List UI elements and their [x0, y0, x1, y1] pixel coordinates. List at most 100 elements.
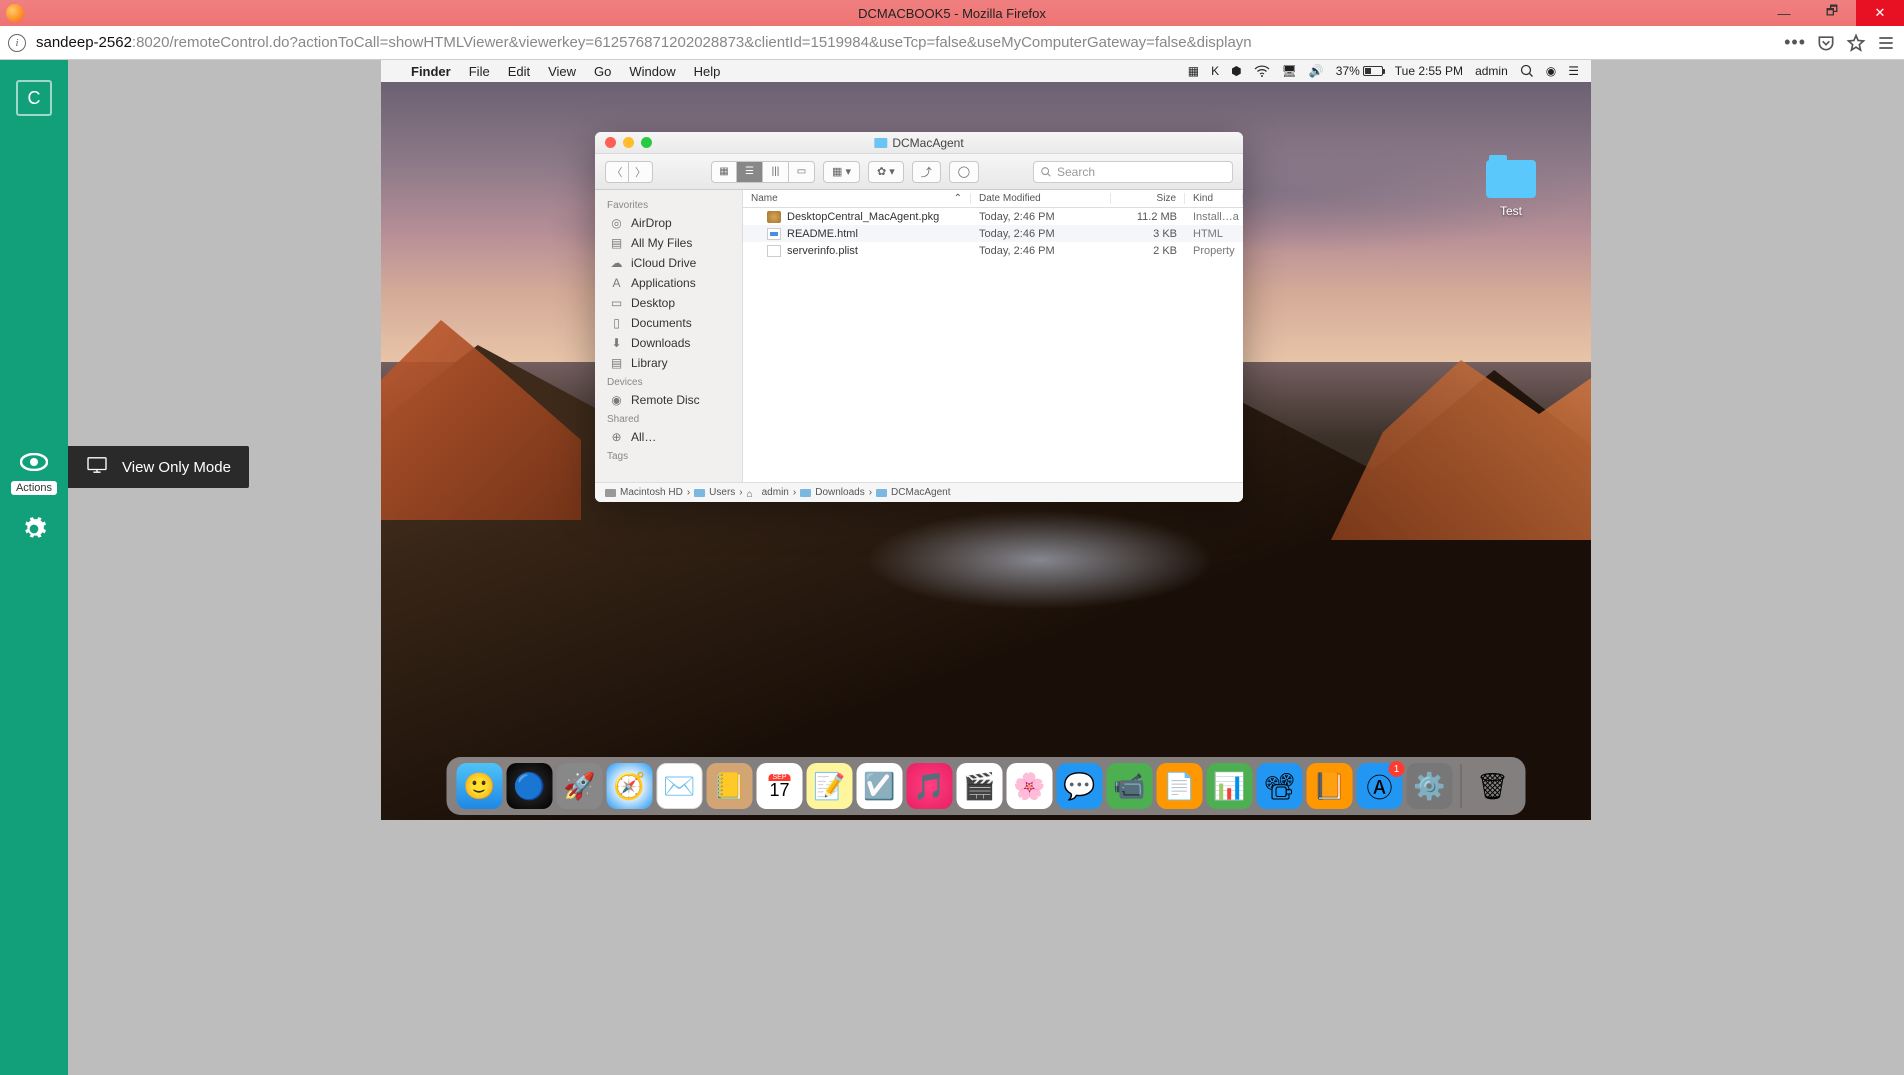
- arrange-button[interactable]: ▦ ▾: [823, 161, 860, 183]
- gallery-view-button[interactable]: ▭: [789, 161, 815, 183]
- list-view-button[interactable]: ☰: [737, 161, 763, 183]
- dock-appstore[interactable]: Ⓐ1: [1357, 763, 1403, 809]
- site-info-icon[interactable]: i: [8, 34, 26, 52]
- dock-keynote[interactable]: 📽: [1257, 763, 1303, 809]
- dock-contacts[interactable]: 📒: [707, 763, 753, 809]
- sidebar-documents[interactable]: ▯Documents: [595, 313, 742, 333]
- dock-itunes[interactable]: 🎵: [907, 763, 953, 809]
- status-icon-1[interactable]: ▦: [1188, 64, 1199, 78]
- menu-edit[interactable]: Edit: [508, 64, 530, 79]
- display-icon[interactable]: 🖥: [1282, 64, 1297, 78]
- dock-ibooks[interactable]: 📙: [1307, 763, 1353, 809]
- rc-logo[interactable]: C: [16, 80, 52, 116]
- clock[interactable]: Tue 2:55 PM: [1395, 64, 1463, 78]
- dock-photos[interactable]: 🌸: [1007, 763, 1053, 809]
- dock-calendar[interactable]: SEP17: [757, 763, 803, 809]
- window-close-icon[interactable]: [605, 137, 616, 148]
- finder-search[interactable]: Search: [1033, 161, 1233, 183]
- desktop-icon: ▭: [609, 297, 624, 310]
- mac-desktop[interactable]: Finder File Edit View Go Window Help ▦ K…: [381, 60, 1591, 820]
- sidebar-shared-all[interactable]: ⊕All…: [595, 427, 742, 447]
- user-menu[interactable]: admin: [1475, 64, 1508, 78]
- sidebar-allmyfiles[interactable]: ▤All My Files: [595, 233, 742, 253]
- window-minimize-icon[interactable]: [623, 137, 634, 148]
- dock-finder[interactable]: 🙂: [457, 763, 503, 809]
- dock-trash[interactable]: 🗑: [1470, 763, 1516, 809]
- menu-go[interactable]: Go: [594, 64, 611, 79]
- status-icon-3[interactable]: ⬢: [1231, 64, 1241, 78]
- file-row[interactable]: DesktopCentral_MacAgent.pkg Today, 2:46 P…: [743, 208, 1243, 225]
- sidebar-remotedisc[interactable]: ◉Remote Disc: [595, 390, 742, 410]
- dock-launchpad[interactable]: 🚀: [557, 763, 603, 809]
- view-mode-tooltip[interactable]: View Only Mode: [68, 446, 249, 488]
- dock-numbers[interactable]: 📊: [1207, 763, 1253, 809]
- notification-center-icon[interactable]: ☰: [1568, 64, 1579, 78]
- file-kind: Property: [1185, 245, 1243, 257]
- finder-titlebar[interactable]: DCMacAgent: [595, 132, 1243, 154]
- menu-help[interactable]: Help: [694, 64, 721, 79]
- file-kind: HTML: [1185, 228, 1243, 240]
- column-headers[interactable]: Name⌃ Date Modified Size Kind: [743, 190, 1243, 208]
- app-menu[interactable]: Finder: [411, 64, 451, 79]
- spotlight-icon[interactable]: [1520, 64, 1534, 78]
- minimize-button[interactable]: —: [1760, 0, 1808, 26]
- settings-gear-icon[interactable]: [21, 516, 47, 549]
- window-zoom-icon[interactable]: [641, 137, 652, 148]
- file-date: Today, 2:46 PM: [971, 228, 1111, 240]
- dock-itunes2[interactable]: 🎬: [957, 763, 1003, 809]
- sidebar-applications[interactable]: AApplications: [595, 273, 742, 293]
- back-button[interactable]: 〈: [605, 161, 629, 183]
- column-view-button[interactable]: |||: [763, 161, 789, 183]
- finder-window[interactable]: DCMacAgent 〈 〉 ▦ ☰ ||| ▭ ▦ ▾ ✿ ▾: [595, 132, 1243, 502]
- tags-button[interactable]: ◯: [949, 161, 979, 183]
- dock-notes[interactable]: 📝: [807, 763, 853, 809]
- dock-messages[interactable]: 💬: [1057, 763, 1103, 809]
- menu-file[interactable]: File: [469, 64, 490, 79]
- forward-button[interactable]: 〉: [629, 161, 653, 183]
- menu-window[interactable]: Window: [629, 64, 675, 79]
- finder-file-list: Name⌃ Date Modified Size Kind DesktopCen…: [743, 190, 1243, 482]
- bookmark-star-icon[interactable]: [1846, 33, 1866, 53]
- actions-button[interactable]: Actions: [11, 450, 57, 496]
- finder-pathbar[interactable]: Macintosh HD› Users› ⌂admin› Downloads› …: [595, 482, 1243, 502]
- file-size: 3 KB: [1111, 228, 1185, 240]
- dock-siri[interactable]: 🔵: [507, 763, 553, 809]
- sidebar-desktop[interactable]: ▭Desktop: [595, 293, 742, 313]
- dock-safari[interactable]: 🧭: [607, 763, 653, 809]
- file-row[interactable]: serverinfo.plistToday, 2:46 PM2 KBProper…: [743, 242, 1243, 259]
- file-row[interactable]: README.htmlToday, 2:46 PM3 KBHTML: [743, 225, 1243, 242]
- maximize-button[interactable]: 🗗: [1808, 0, 1856, 26]
- monitor-icon: [86, 456, 108, 479]
- url-text[interactable]: sandeep-2562:8020/remoteControl.do?actio…: [36, 34, 1774, 51]
- icon-view-button[interactable]: ▦: [711, 161, 737, 183]
- file-name: DesktopCentral_MacAgent.pkg: [787, 211, 939, 223]
- siri-icon[interactable]: ◉: [1546, 64, 1556, 78]
- volume-icon[interactable]: 🔊: [1309, 64, 1324, 78]
- sidebar-airdrop[interactable]: ◎AirDrop: [595, 213, 742, 233]
- dock-reminders[interactable]: ☑️: [857, 763, 903, 809]
- battery-indicator[interactable]: 37%: [1336, 64, 1383, 78]
- airdrop-icon: ◎: [609, 217, 624, 230]
- dock-sysprefs[interactable]: ⚙️: [1407, 763, 1453, 809]
- sidebar-library[interactable]: ▤Library: [595, 353, 742, 373]
- library-icon: ▤: [609, 357, 624, 370]
- pocket-icon[interactable]: [1816, 33, 1836, 53]
- sidebar-downloads[interactable]: ⬇Downloads: [595, 333, 742, 353]
- desktop-folder-test[interactable]: Test: [1471, 160, 1551, 218]
- dock-mail[interactable]: ✉️: [657, 763, 703, 809]
- share-button[interactable]: ⤴: [912, 161, 941, 183]
- wifi-icon[interactable]: [1254, 65, 1270, 77]
- status-icon-2[interactable]: K: [1211, 64, 1219, 78]
- sidebar-icloud[interactable]: ☁iCloud Drive: [595, 253, 742, 273]
- dock-facetime[interactable]: 📹: [1107, 763, 1153, 809]
- close-button[interactable]: ✕: [1856, 0, 1904, 26]
- folder-label: Test: [1471, 204, 1551, 218]
- menu-view[interactable]: View: [548, 64, 576, 79]
- dock-pages[interactable]: 📄: [1157, 763, 1203, 809]
- hamburger-menu-icon[interactable]: [1876, 33, 1896, 53]
- file-date: Today, 2:46 PM: [971, 211, 1111, 223]
- folder-icon: [876, 489, 887, 497]
- firefox-titlebar: DCMACBOOK5 - Mozilla Firefox — 🗗 ✕: [0, 0, 1904, 26]
- action-button[interactable]: ✿ ▾: [868, 161, 904, 183]
- page-actions-icon[interactable]: •••: [1784, 32, 1806, 53]
